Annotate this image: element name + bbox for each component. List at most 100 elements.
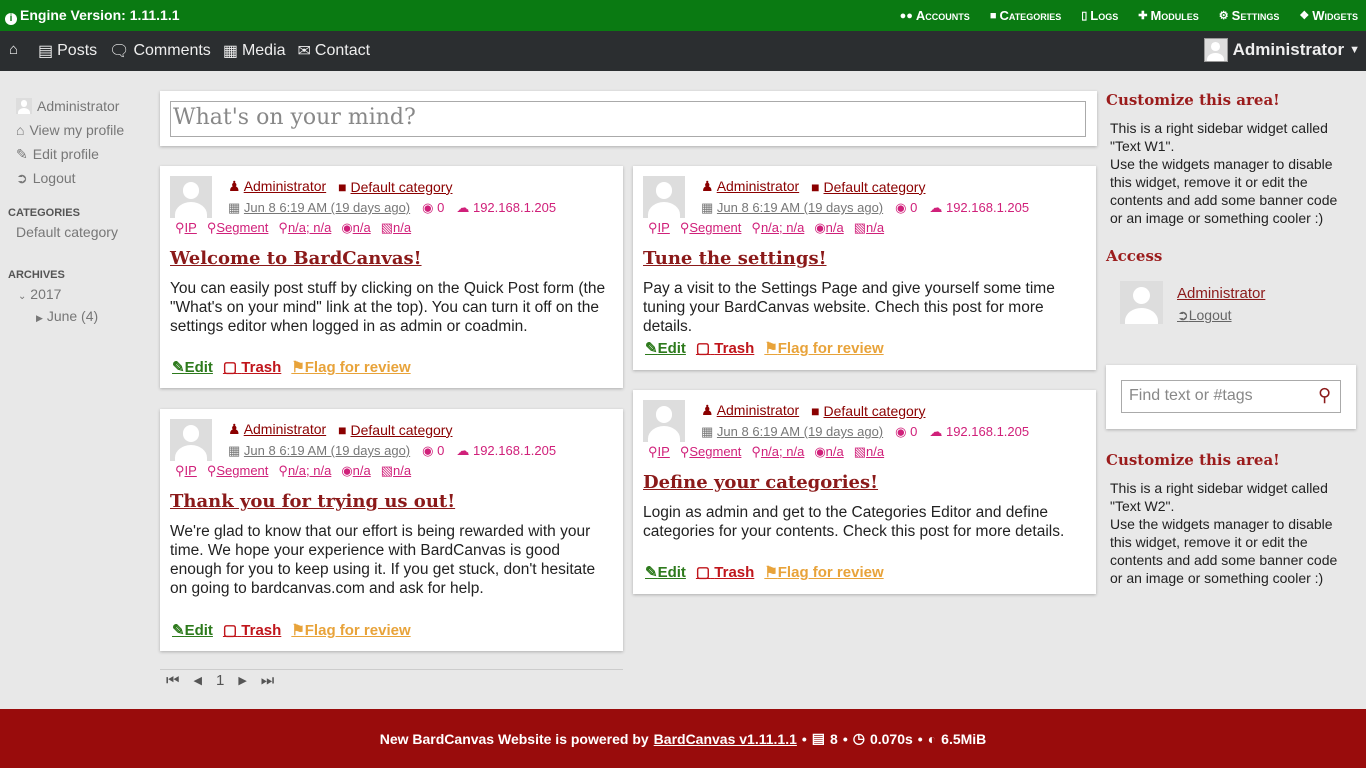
edit-button[interactable]: ✎Edit [172, 621, 213, 639]
tag-location[interactable]: ⚲n/a; n/a [278, 463, 331, 479]
avatar [1203, 38, 1228, 62]
post-author[interactable]: ♟ Administrator [228, 421, 326, 438]
access-logout-link[interactable]: ➲Logout [1177, 307, 1232, 324]
edit-button[interactable]: ✎Edit [645, 563, 686, 581]
search-icon: ⚲ [206, 463, 217, 478]
flag-button[interactable]: ⚑Flag for review [764, 339, 883, 357]
post-date[interactable]: ▦ Jun 8 6:19 AM (19 days ago) [228, 200, 410, 216]
post-author[interactable]: ♟ Administrator [701, 178, 799, 195]
access-user-link[interactable]: Administrator [1177, 285, 1265, 302]
folder-icon: ■ [338, 421, 347, 438]
globe-icon: ◉ [814, 444, 826, 459]
tag-building[interactable]: ▧n/a [854, 220, 884, 236]
nav-posts[interactable]: ▤ Posts [38, 41, 97, 61]
tag-globe[interactable]: ◉n/a [341, 463, 370, 479]
nav-contact[interactable]: ✉ Contact [298, 41, 371, 61]
nav-comments[interactable]: 🗨 Comments [109, 41, 211, 61]
flag-button[interactable]: ⚑Flag for review [764, 563, 883, 581]
footer-link[interactable]: BardCanvas v1.11.1.1 [654, 731, 797, 747]
trash-button[interactable]: ▢ Trash [696, 563, 754, 581]
calendar-icon: ▦ [228, 200, 241, 215]
sidebar-logout[interactable]: ➲ Logout [8, 166, 148, 190]
post-category[interactable]: ■ Default category [338, 179, 452, 195]
tag-location[interactable]: ⚲n/a; n/a [278, 220, 331, 236]
post-category[interactable]: ■ Default category [338, 422, 452, 438]
admin-menu-widgets[interactable]: ❖ Widgets [1299, 8, 1358, 23]
tag-building[interactable]: ▧n/a [854, 444, 884, 460]
tag-segment[interactable]: ⚲Segment [680, 220, 742, 236]
post-date[interactable]: ▦ Jun 8 6:19 AM (19 days ago) [701, 424, 883, 440]
admin-menu-logs[interactable]: ▯ Logs [1081, 8, 1118, 23]
tag-globe[interactable]: ◉n/a [814, 220, 843, 236]
tag-segment[interactable]: ⚲Segment [680, 444, 742, 460]
tag-location[interactable]: ⚲n/a; n/a [751, 220, 804, 236]
search-icon: ⚲ [175, 463, 185, 478]
widget-title: Customize this area! [1106, 91, 1280, 109]
post-date[interactable]: ▦ Jun 8 6:19 AM (19 days ago) [701, 200, 883, 216]
admin-menu-categories[interactable]: ■ Categories [990, 8, 1061, 23]
post-author[interactable]: ♟ Administrator [228, 178, 326, 195]
tag-globe[interactable]: ◉n/a [341, 220, 370, 236]
last-page-icon[interactable]: ⏭ [261, 672, 275, 689]
home-icon[interactable]: ⌂ [9, 41, 18, 58]
tag-ip[interactable]: ⚲IP [648, 444, 670, 460]
post-views: ◉ 0 [422, 443, 445, 458]
post-ip: ☁ 192.168.1.205 [929, 200, 1030, 215]
search-input[interactable]: Find text or #tags [1121, 380, 1341, 413]
user-menu[interactable]: Administrator ▼ [1203, 38, 1360, 62]
post-title[interactable]: Welcome to BardCanvas! [170, 248, 422, 269]
tag-globe[interactable]: ◉n/a [814, 444, 843, 460]
sidebar-edit-profile[interactable]: ✎ Edit profile [8, 142, 148, 166]
tag-ip[interactable]: ⚲IP [175, 463, 197, 479]
admin-menu-modules[interactable]: ✚ Modules [1138, 8, 1199, 23]
post-author[interactable]: ♟ Administrator [701, 402, 799, 419]
search-icon[interactable]: ⚲ [1318, 385, 1331, 406]
user-icon: ♟ [228, 421, 241, 437]
first-page-icon[interactable]: ⏮ [166, 672, 180, 689]
footer-queries: 8 [830, 730, 838, 747]
flag-button[interactable]: ⚑Flag for review [291, 621, 410, 639]
folder-icon: ■ [811, 178, 820, 195]
next-page-icon[interactable]: ▶ [238, 674, 246, 687]
post-title[interactable]: Define your categories! [643, 472, 878, 493]
tag-building[interactable]: ▧n/a [381, 220, 411, 236]
post-date[interactable]: ▦ Jun 8 6:19 AM (19 days ago) [228, 443, 410, 459]
edit-button[interactable]: ✎Edit [645, 339, 686, 357]
post-category[interactable]: ■ Default category [811, 179, 925, 195]
post-tags: ⚲IP ⚲Segment ⚲n/a; n/a ◉n/a ▧n/a [648, 220, 884, 236]
sidebar-view-profile[interactable]: ⌂ View my profile [8, 118, 148, 142]
pencil-icon: ✎ [16, 145, 28, 162]
archive-month[interactable]: ▶ June (4) [8, 306, 148, 328]
admin-menu-settings[interactable]: ⚙ Settings [1219, 8, 1280, 23]
search-icon: ⚲ [679, 444, 690, 459]
trash-button[interactable]: ▢ Trash [223, 358, 281, 376]
tag-segment[interactable]: ⚲Segment [207, 220, 269, 236]
left-sidebar: Administrator ⌂ View my profile ✎ Edit pro… [8, 94, 148, 328]
tag-segment[interactable]: ⚲Segment [207, 463, 269, 479]
post-title[interactable]: Tune the settings! [643, 248, 827, 269]
nav-media[interactable]: ▦ Media [223, 41, 286, 61]
prev-page-icon[interactable]: ◀ [194, 674, 202, 687]
tag-location[interactable]: ⚲n/a; n/a [751, 444, 804, 460]
post-views: ◉ 0 [422, 200, 445, 215]
post-card: ♟ Administrator ■ Default category ▦ Jun… [160, 409, 623, 651]
tag-ip[interactable]: ⚲IP [648, 220, 670, 236]
tag-ip[interactable]: ⚲IP [175, 220, 197, 236]
trash-button[interactable]: ▢ Trash [223, 621, 281, 639]
right-sidebar: Customize this area! This is a right sid… [1106, 91, 1356, 587]
trash-button[interactable]: ▢ Trash [696, 339, 754, 357]
post-title[interactable]: Thank you for trying us out! [170, 491, 455, 512]
tag-building[interactable]: ▧n/a [381, 463, 411, 479]
admin-menu-accounts[interactable]: ●● Accounts [900, 8, 970, 23]
flag-button[interactable]: ⚑Flag for review [291, 358, 410, 376]
archive-year[interactable]: ⌄ 2017 [8, 284, 148, 306]
quick-post-input[interactable]: What's on your mind? [170, 101, 1086, 137]
sidebar-user[interactable]: Administrator [8, 94, 148, 118]
category-default[interactable]: Default category [8, 222, 148, 244]
avatar [170, 176, 212, 218]
edit-button[interactable]: ✎Edit [172, 358, 213, 376]
trash-icon: ▢ [222, 359, 238, 376]
archives-heading: ARCHIVES [8, 269, 65, 281]
post-category[interactable]: ■ Default category [811, 403, 925, 419]
map-marker-icon: ⚲ [278, 463, 288, 478]
